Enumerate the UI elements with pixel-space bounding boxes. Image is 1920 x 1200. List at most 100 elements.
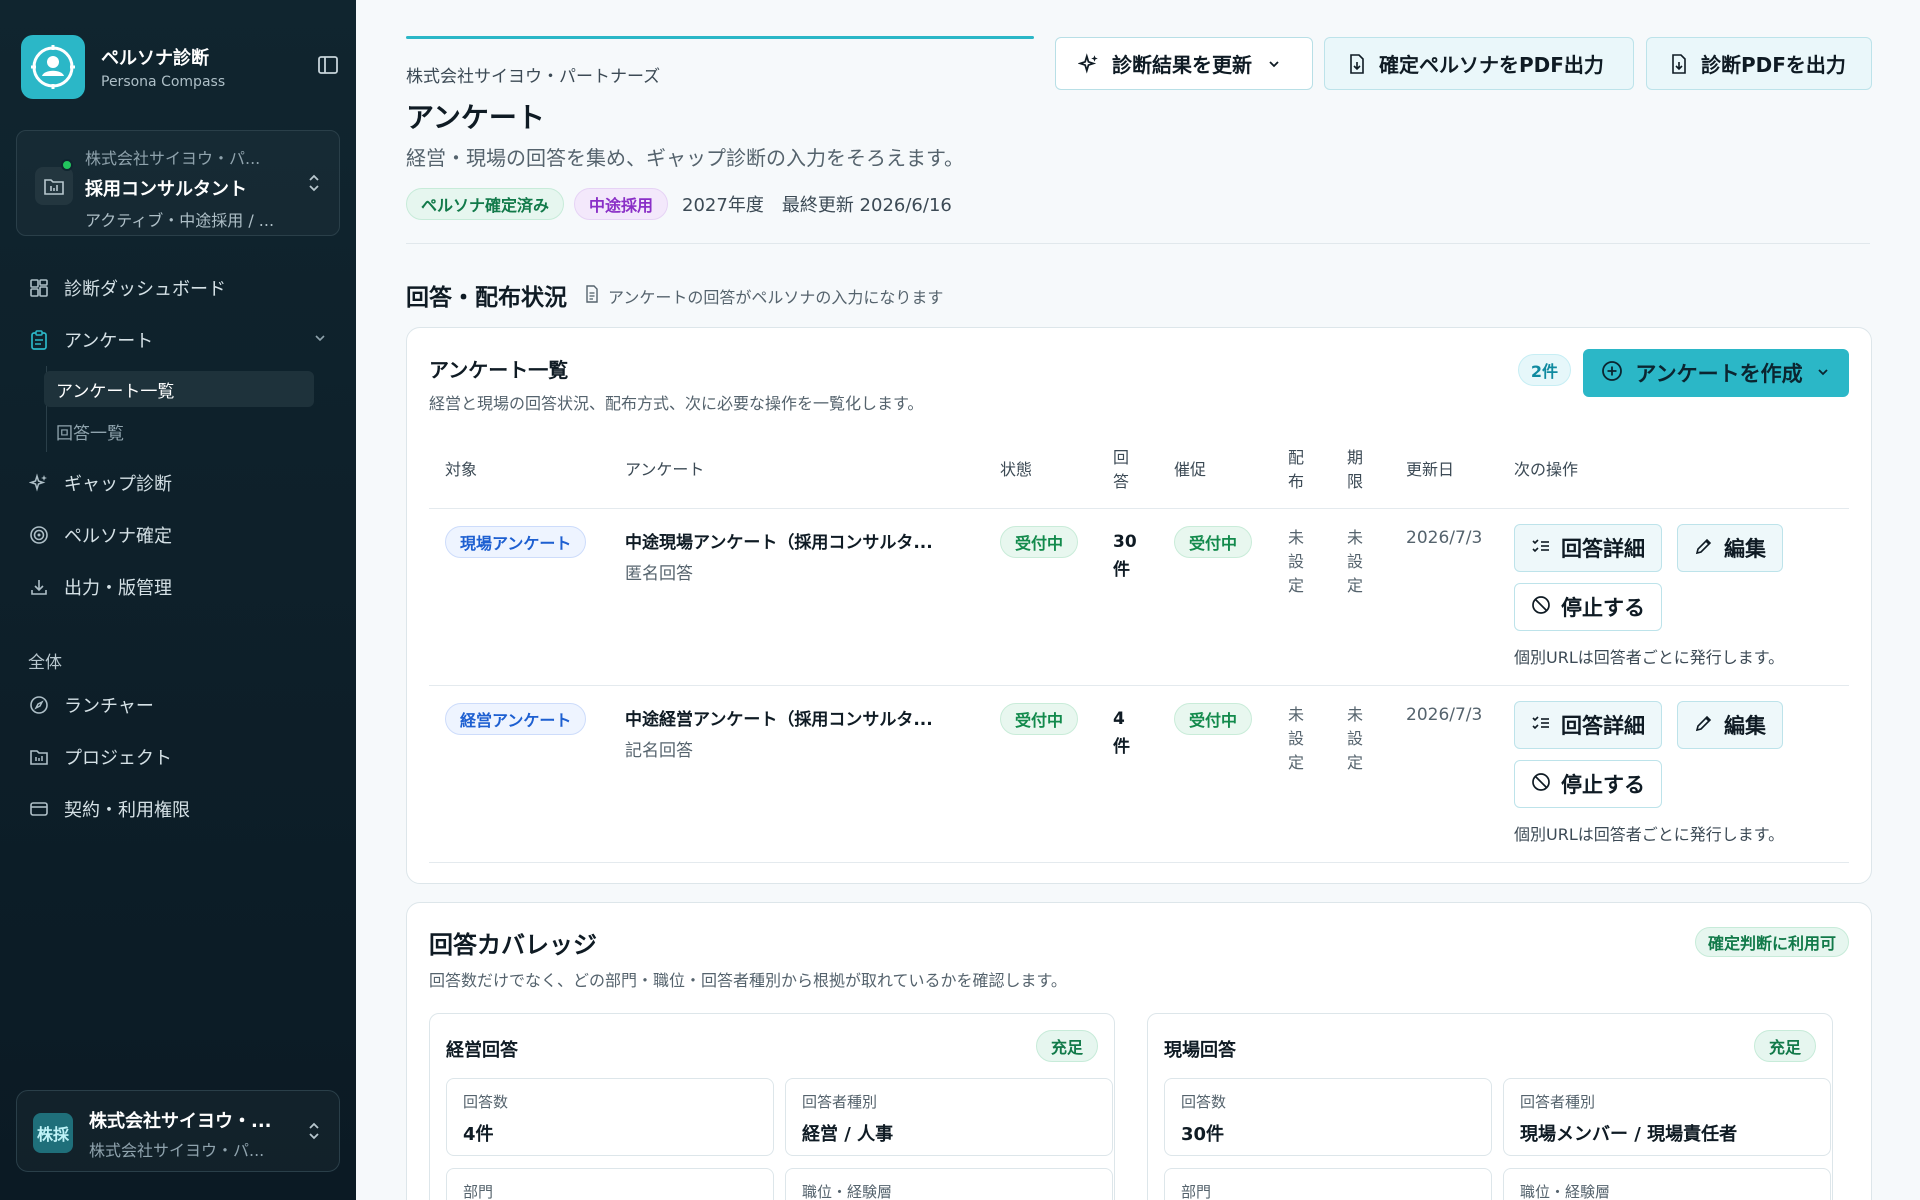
- sidebar-item-answer-list[interactable]: 回答一覧: [44, 413, 314, 449]
- refresh-diagnosis-label: 診断結果を更新: [1112, 53, 1252, 77]
- column-header-next-action: 次の操作: [1514, 460, 1579, 479]
- target-badge: 経営アンケート: [445, 703, 587, 735]
- coverage-card: 回答カバレッジ 回答数だけでなく、どの部門・職位・回答者種別から根拠が取れている…: [406, 902, 1872, 1200]
- sufficiency-badge: 充足: [1753, 1030, 1816, 1062]
- refresh-diagnosis-button[interactable]: 診断結果を更新: [1055, 37, 1313, 90]
- create-survey-button[interactable]: アンケートを作成: [1583, 349, 1849, 397]
- folder-icon: [35, 167, 73, 205]
- column-header-state: 状態: [1000, 460, 1033, 479]
- sidebar-toggle-icon[interactable]: [317, 54, 341, 78]
- state-badge: 受付中: [1000, 703, 1079, 735]
- column-header-survey: アンケート: [625, 460, 705, 479]
- export-persona-pdf-button[interactable]: 確定ペルソナをPDF出力: [1324, 37, 1634, 90]
- export-diagnosis-pdf-label: 診断PDFを出力: [1701, 53, 1846, 77]
- stat-label: 回答数: [463, 1093, 509, 1111]
- survey-name[interactable]: 中途現場アンケート（採用コンサルタ...: [625, 528, 933, 553]
- nav-contract[interactable]: 契約・利用権限: [16, 789, 340, 829]
- nav-launcher[interactable]: ランチャー: [16, 685, 340, 725]
- updated-date: 2026/7/3: [1406, 528, 1483, 548]
- pencil-icon: [1694, 536, 1714, 561]
- survey-count-badge: 2件: [1517, 354, 1571, 386]
- distribution-value: 未設定: [1288, 528, 1305, 595]
- answer-count-number: 30: [1113, 532, 1137, 552]
- folder-chart-icon: [28, 746, 50, 768]
- edit-button[interactable]: 編集: [1677, 701, 1783, 749]
- answer-count-number: 4: [1113, 709, 1125, 729]
- brand-name: ペルソナ診断: [101, 48, 209, 69]
- url-note: 個別URLは回答者ごとに発行します。: [1514, 825, 1785, 844]
- chevron-down-icon: [1266, 56, 1282, 72]
- survey-list-title: アンケート一覧: [429, 358, 569, 382]
- nav-gap-label: ギャップ診断: [64, 474, 172, 495]
- answer-detail-button[interactable]: 回答詳細: [1514, 701, 1662, 749]
- stop-button[interactable]: 停止する: [1514, 760, 1662, 808]
- coverage-panel-field: 現場回答 充足 回答数 30件 回答者種別 現場メンバー / 現場責任者 部門 …: [1147, 1013, 1833, 1200]
- chevron-down-icon: [312, 330, 328, 351]
- stat-value: 現場メンバー / 現場責任者: [1520, 1124, 1738, 1145]
- account-switcher[interactable]: 株採 株式会社サイヨウ・... 株式会社サイヨウ・パ...: [16, 1090, 340, 1172]
- nav-export[interactable]: 出力・版管理: [16, 567, 340, 607]
- answer-mode: 記名回答: [625, 741, 693, 761]
- coverage-panel-management: 経営回答 充足 回答数 4件 回答者種別 経営 / 人事 部門 職位・経験層: [429, 1013, 1115, 1200]
- nav-project[interactable]: プロジェクト: [16, 737, 340, 777]
- column-header-remind: 催促: [1174, 460, 1207, 479]
- status-badge-confirmed: ペルソナ確定済み: [406, 188, 565, 220]
- nav-launcher-label: ランチャー: [64, 696, 154, 717]
- section-hint-text: アンケートの回答がペルソナの入力になります: [608, 288, 944, 307]
- stat-label: 回答者種別: [802, 1093, 878, 1111]
- page-title: アンケート: [406, 101, 545, 134]
- answer-count-unit: 件: [1113, 560, 1130, 580]
- section-title-status: 回答・配布状況: [406, 285, 567, 311]
- export-persona-pdf-label: 確定ペルソナをPDF出力: [1379, 53, 1604, 77]
- project-switcher[interactable]: 株式会社サイヨウ・パ... 採用コンサルタント アクティブ・中途採用 / ...: [16, 130, 340, 236]
- pencil-icon: [1694, 713, 1714, 738]
- remind-badge: 受付中: [1174, 526, 1253, 558]
- header-divider: [406, 243, 1870, 244]
- answer-detail-label: 回答詳細: [1561, 714, 1645, 738]
- column-header-updated: 更新日: [1406, 460, 1455, 479]
- nav-gap[interactable]: ギャップ診断: [16, 463, 340, 503]
- stop-label: 停止する: [1561, 773, 1645, 797]
- answer-count: 4件: [1113, 705, 1130, 761]
- survey-name[interactable]: 中途経営アンケート（採用コンサルタ...: [625, 705, 933, 730]
- stop-label: 停止する: [1561, 596, 1645, 620]
- nav-dashboard-label: 診断ダッシュボード: [64, 279, 226, 300]
- edit-label: 編集: [1724, 537, 1766, 561]
- nav-dashboard[interactable]: 診断ダッシュボード: [16, 268, 340, 308]
- compass-icon: [28, 694, 50, 716]
- stat-label: 回答数: [1181, 1093, 1227, 1111]
- column-header-distribution: 配布: [1288, 448, 1305, 491]
- plus-circle-icon: [1601, 360, 1623, 387]
- answer-detail-label: 回答詳細: [1561, 537, 1645, 561]
- nav-persona[interactable]: ペルソナ確定: [16, 515, 340, 555]
- answer-detail-button[interactable]: 回答詳細: [1514, 524, 1662, 572]
- edit-button[interactable]: 編集: [1677, 524, 1783, 572]
- stat-label: 回答者種別: [1520, 1093, 1596, 1111]
- nav-survey[interactable]: アンケート: [16, 320, 340, 360]
- chevron-updown-icon: [305, 1119, 323, 1143]
- target-icon: [28, 524, 50, 546]
- persona-logo-icon: [21, 35, 85, 99]
- remind-badge: 受付中: [1174, 703, 1253, 735]
- sparkles-icon: [28, 472, 50, 494]
- list-check-icon: [1531, 713, 1551, 738]
- export-diagnosis-pdf-button[interactable]: 診断PDFを出力: [1646, 37, 1872, 90]
- stat-value: 4件: [463, 1124, 494, 1145]
- answer-count-unit: 件: [1113, 737, 1130, 757]
- chevron-updown-icon: [305, 171, 323, 195]
- sidebar-item-survey-list[interactable]: アンケート一覧: [44, 371, 314, 407]
- brand[interactable]: ペルソナ診断 Persona Compass: [21, 34, 341, 100]
- header-accent-line: [406, 36, 1034, 39]
- edit-label: 編集: [1724, 714, 1766, 738]
- answer-mode: 匿名回答: [625, 564, 693, 584]
- nav-contract-label: 契約・利用権限: [64, 800, 190, 821]
- chevron-down-icon: [1815, 361, 1831, 385]
- stop-button[interactable]: 停止する: [1514, 583, 1662, 631]
- column-header-deadline: 期限: [1347, 448, 1364, 491]
- stat-card: 回答者種別 現場メンバー / 現場責任者: [1503, 1078, 1831, 1156]
- hiring-type-badge: 中途採用: [574, 188, 669, 220]
- answer-count: 30 件: [1113, 528, 1137, 584]
- file-download-icon: [1669, 53, 1689, 75]
- sufficiency-badge: 充足: [1035, 1030, 1098, 1062]
- distribution-value: 未設定: [1288, 705, 1305, 772]
